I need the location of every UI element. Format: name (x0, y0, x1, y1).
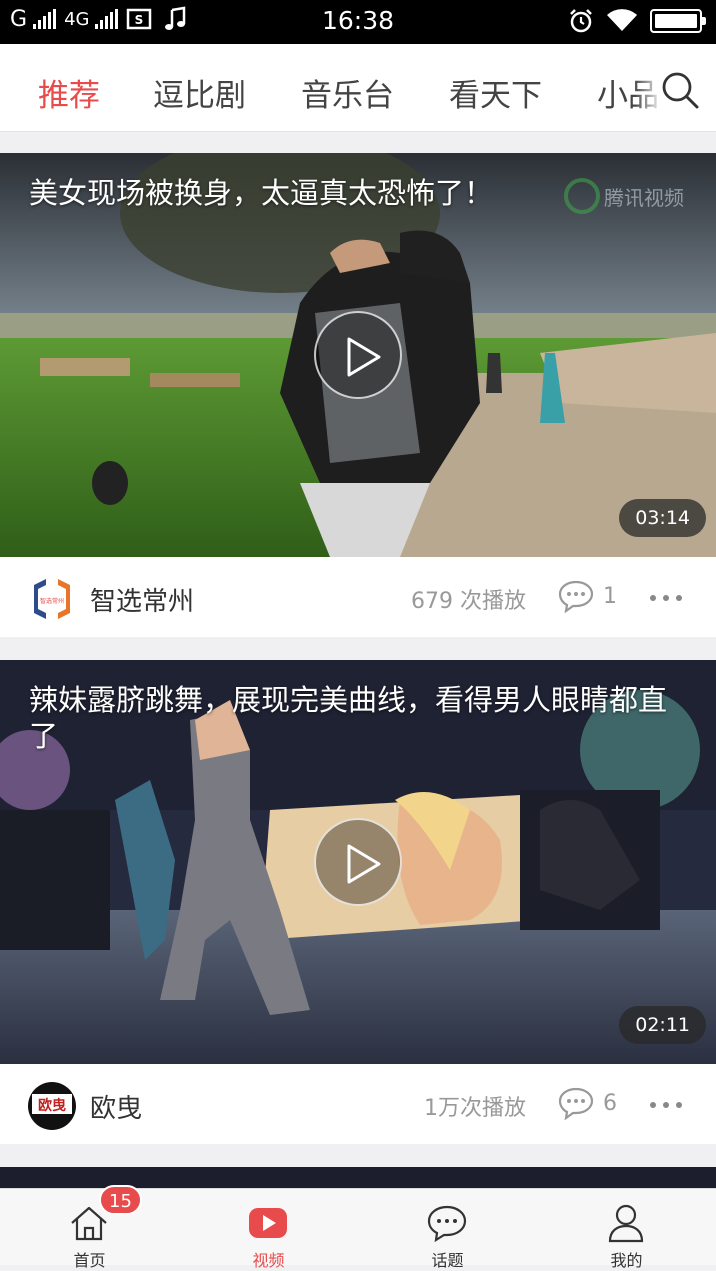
play-count: 679 次播放 (411, 589, 526, 614)
chat-bubble-icon (427, 1205, 467, 1243)
video-thumbnail[interactable]: 腾讯视频 美女现场被换身，太逼真太恐怖了！ 03:14 (0, 153, 716, 557)
channel-logo: 智选常州 (28, 575, 76, 623)
more-options-button[interactable] (650, 1102, 682, 1108)
nav-home-label: 首页 (73, 1251, 106, 1270)
video-card: 辣妹露脐跳舞，展现完美曲线，看得男人眼睛都直了 02:11 欧曳 欧曳 1万次播… (0, 660, 716, 1144)
category-tabs: 推荐 逗比剧 音乐台 看天下 小品 (0, 44, 716, 132)
play-count: 1万次播放 (424, 1096, 526, 1121)
tab-comedy[interactable]: 逗比剧 (153, 70, 246, 115)
comment-button[interactable]: 1 (557, 579, 617, 613)
tab-recommend[interactable]: 推荐 (38, 70, 100, 115)
dot-icon (650, 1102, 656, 1108)
search-icon[interactable] (660, 70, 700, 110)
dot-icon (663, 595, 669, 601)
video-title: 辣妹露脐跳舞，展现完美曲线，看得男人眼睛都直了 (29, 683, 668, 753)
notification-badge: 15 (99, 1185, 142, 1215)
comment-icon (558, 580, 594, 613)
video-meta: 智选常州 智选常州 679 次播放 1 (0, 557, 716, 637)
svg-text:欧曳: 欧曳 (38, 1097, 66, 1114)
status-bar: G 4G S 16:38 (0, 0, 716, 44)
dot-icon (650, 595, 656, 601)
tab-music[interactable]: 音乐台 (301, 70, 394, 115)
bottom-nav: 15 首页 视频 话题 我的 (0, 1185, 716, 1270)
author-name[interactable]: 欧曳 (90, 1088, 142, 1125)
avatar[interactable]: 欧曳 (28, 1082, 76, 1130)
comment-button[interactable]: 6 (557, 1086, 617, 1120)
dot-icon (676, 1102, 682, 1108)
status-right (568, 8, 706, 34)
comment-icon (558, 1087, 594, 1120)
play-button[interactable] (314, 818, 402, 906)
video-duration: 02:11 (619, 1006, 706, 1044)
video-meta: 欧曳 欧曳 1万次播放 6 (0, 1064, 716, 1144)
battery-icon (650, 9, 706, 33)
comment-count: 6 (603, 1090, 617, 1116)
nav-topics[interactable]: 话题 (358, 1189, 537, 1270)
nav-profile[interactable]: 我的 (537, 1189, 716, 1270)
tab-world[interactable]: 看天下 (449, 70, 542, 115)
author-name[interactable]: 智选常州 (90, 581, 194, 618)
video-title: 美女现场被换身，太逼真太恐怖了！ (29, 176, 494, 210)
svg-text:智选常州: 智选常州 (40, 597, 64, 605)
wifi-icon (607, 9, 637, 32)
comment-count: 1 (603, 583, 617, 609)
nav-profile-label: 我的 (610, 1251, 643, 1270)
dot-icon (676, 595, 682, 601)
video-play-icon (249, 1208, 287, 1238)
more-options-button[interactable] (650, 595, 682, 601)
dot-icon (663, 1102, 669, 1108)
nav-video-label: 视频 (252, 1251, 285, 1270)
play-button[interactable] (314, 311, 402, 399)
play-icon (347, 337, 381, 377)
nav-topics-label: 话题 (431, 1251, 464, 1270)
video-duration: 03:14 (619, 499, 706, 537)
channel-logo: 欧曳 (28, 1082, 76, 1130)
alarm-clock-icon (570, 9, 592, 33)
nav-home[interactable]: 15 首页 (0, 1185, 179, 1270)
video-thumbnail[interactable]: 辣妹露脐跳舞，展现完美曲线，看得男人眼睛都直了 02:11 (0, 660, 716, 1064)
user-icon (608, 1204, 644, 1243)
video-card: 腾讯视频 美女现场被换身，太逼真太恐怖了！ 03:14 智选常州 智选常州 67… (0, 153, 716, 637)
avatar[interactable]: 智选常州 (28, 575, 76, 623)
play-icon (347, 844, 381, 884)
nav-video[interactable]: 视频 (179, 1189, 358, 1270)
